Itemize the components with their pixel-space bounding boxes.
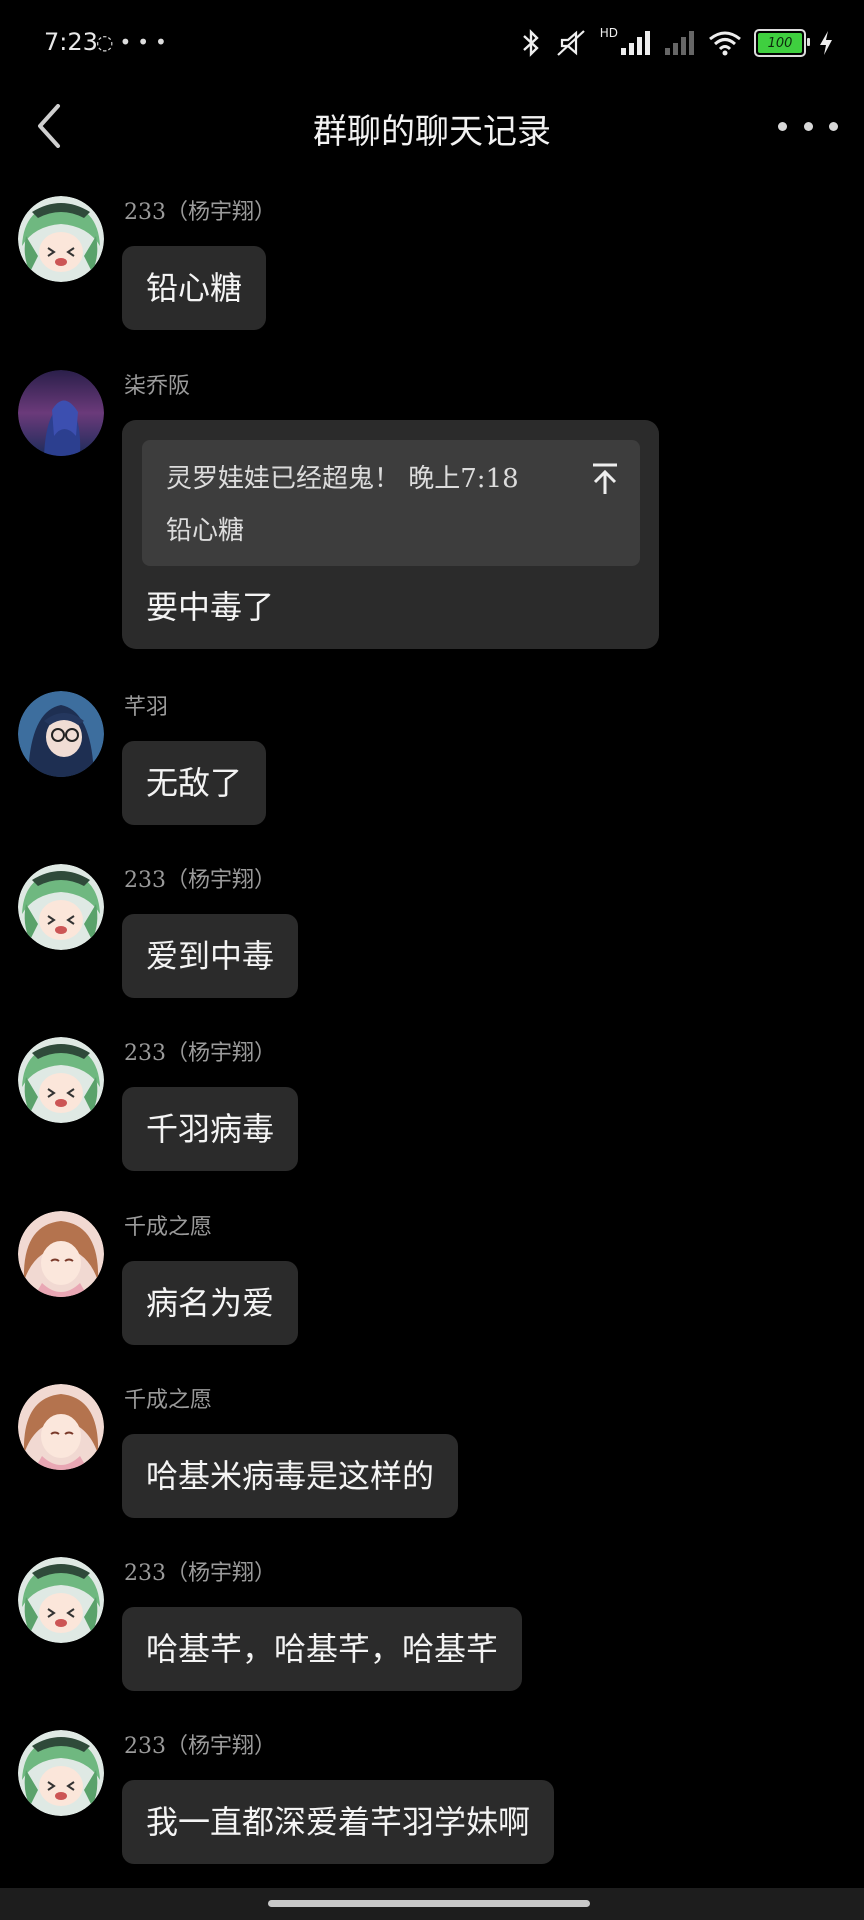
signal-icon xyxy=(621,31,650,55)
green-hair-anime-avatar-icon xyxy=(18,1037,104,1123)
avatar[interactable] xyxy=(18,196,104,282)
scroll-to-top-icon[interactable] xyxy=(590,462,620,496)
gesture-nav-bar xyxy=(0,1888,864,1920)
sender-name: 233（杨宇翔） xyxy=(124,1561,276,1586)
brown-hair-anime-avatar-icon xyxy=(18,1384,104,1470)
message-text: 要中毒了 xyxy=(146,588,275,626)
signal-2-icon xyxy=(665,31,694,55)
sender-name: 233（杨宇翔） xyxy=(124,1041,276,1066)
message-bubble-with-quote[interactable]: 灵罗娃娃已经超鬼！ 晚上7:18 铅心糖 要中毒了 xyxy=(122,420,659,649)
quoted-message[interactable]: 灵罗娃娃已经超鬼！ 晚上7:18 铅心糖 xyxy=(142,440,640,566)
home-gesture-handle[interactable] xyxy=(268,1900,590,1907)
green-hair-anime-avatar-icon xyxy=(18,1730,104,1816)
avatar[interactable] xyxy=(18,1557,104,1643)
status-time: 7:23 xyxy=(44,28,98,56)
sender-name: 233（杨宇翔） xyxy=(124,868,276,893)
battery-level: 100 xyxy=(767,35,793,51)
wifi-icon xyxy=(709,31,741,56)
title-bar: 群聊的聊天记录 xyxy=(0,84,864,168)
sender-name: 千成之愿 xyxy=(124,1388,213,1413)
mute-icon xyxy=(556,30,585,56)
avatar[interactable] xyxy=(18,1730,104,1816)
sender-name: 233（杨宇翔） xyxy=(124,200,276,225)
message-bubble[interactable]: 病名为爱 xyxy=(122,1261,299,1345)
green-hair-anime-avatar-icon xyxy=(18,864,104,950)
app-notification-icon: ◌ xyxy=(96,30,120,54)
message-bubble[interactable]: 爱到中毒 xyxy=(122,914,299,998)
more-dot-icon xyxy=(778,121,787,131)
avatar[interactable] xyxy=(18,1211,104,1297)
sender-name: 千成之愿 xyxy=(124,1215,213,1240)
more-options-button[interactable] xyxy=(778,114,838,138)
sender-name: 柒乔阪 xyxy=(124,374,191,399)
battery-indicator: 100 xyxy=(754,29,810,57)
message-bubble[interactable]: 哈基芊，哈基芊，哈基芊 xyxy=(122,1607,523,1691)
bluetooth-icon xyxy=(522,29,539,57)
status-right-icons: HD 100 xyxy=(520,26,834,60)
battery-cap xyxy=(807,38,810,46)
page-title: 群聊的聊天记录 xyxy=(313,112,551,152)
quoted-message-text: 铅心糖 xyxy=(166,516,245,546)
more-dots-icon: ••• xyxy=(119,30,173,54)
hd-label: HD xyxy=(599,26,618,40)
dark-blue-anime-avatar-icon xyxy=(18,370,104,456)
quoted-message-header: 灵罗娃娃已经超鬼！ 晚上7:18 xyxy=(166,464,519,494)
status-left-icons: ◌••• xyxy=(96,30,173,54)
more-dot-icon xyxy=(829,121,838,131)
message-bubble[interactable]: 哈基米病毒是这样的 xyxy=(122,1434,459,1518)
sender-name: 233（杨宇翔） xyxy=(124,1734,276,1759)
more-dot-icon xyxy=(803,121,813,131)
message-bubble[interactable]: 铅心糖 xyxy=(122,246,267,330)
blue-glasses-anime-avatar-icon xyxy=(18,691,104,777)
avatar[interactable] xyxy=(18,1384,104,1470)
avatar[interactable] xyxy=(18,864,104,950)
charging-bolt-icon xyxy=(820,31,832,55)
brown-hair-anime-avatar-icon xyxy=(18,1211,104,1297)
message-bubble[interactable]: 我一直都深爱着芊羽学妹啊 xyxy=(122,1780,555,1864)
green-hair-anime-avatar-icon xyxy=(18,196,104,282)
message-bubble[interactable]: 千羽病毒 xyxy=(122,1087,299,1171)
avatar[interactable] xyxy=(18,691,104,777)
avatar[interactable] xyxy=(18,1037,104,1123)
message-bubble[interactable]: 无敌了 xyxy=(122,741,267,825)
green-hair-anime-avatar-icon xyxy=(18,1557,104,1643)
sender-name: 芊羽 xyxy=(124,695,169,720)
avatar[interactable] xyxy=(18,370,104,456)
status-bar: 7:23 ◌••• HD 100 xyxy=(0,0,864,84)
